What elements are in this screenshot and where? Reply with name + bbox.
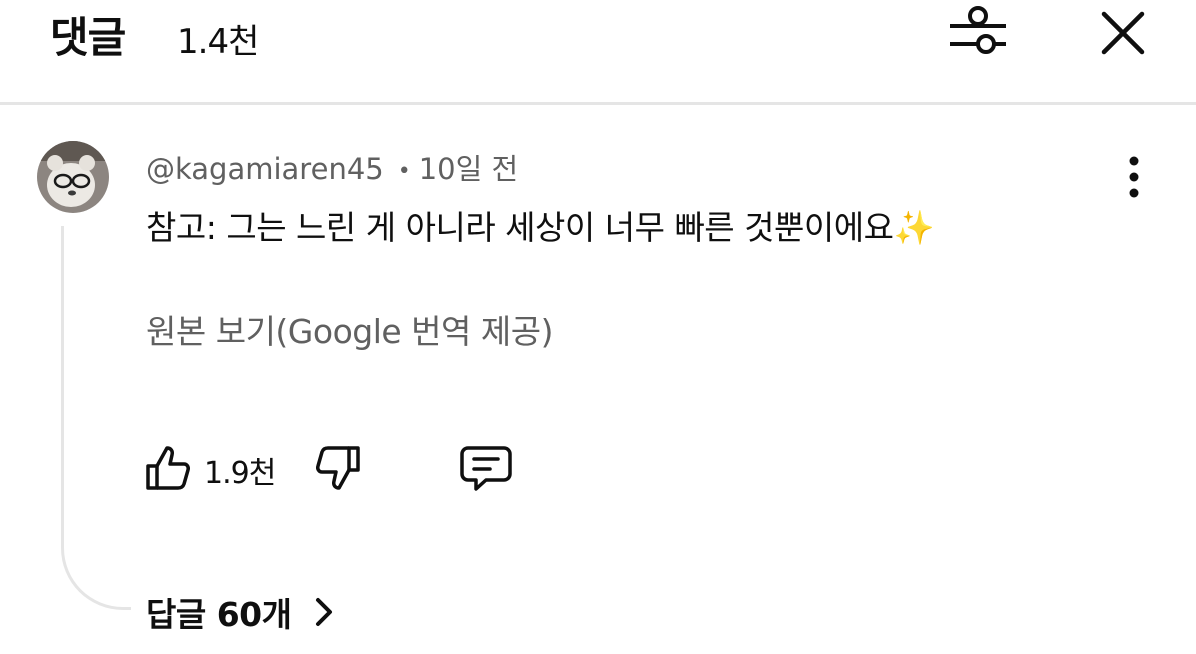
filter-button[interactable] [944, 4, 1016, 64]
header-divider [0, 102, 1196, 105]
replies-label: 답글 60개 [146, 595, 292, 634]
more-vertical-icon [1129, 156, 1139, 198]
dislike-button[interactable] [310, 440, 366, 496]
filter-sliders-icon [950, 6, 1006, 54]
page-title: 댓글 [50, 13, 126, 62]
like-count: 1.9천 [204, 456, 276, 491]
close-button[interactable] [1094, 4, 1154, 64]
thumbs-down-icon [316, 446, 360, 490]
comments-header: 댓글 1.4천 [0, 0, 1196, 102]
meta-separator: • [397, 158, 411, 184]
chevron-right-icon [315, 598, 332, 626]
see-original-link[interactable]: 원본 보기(Google 번역 제공) [146, 305, 553, 353]
more-options-button[interactable] [1116, 153, 1152, 201]
comment-text: 참고: 그는 느린 게 아니라 세상이 너무 빠른 것뿐이에요✨ [146, 201, 935, 249]
avatar-image [37, 141, 109, 213]
reply-button[interactable] [456, 440, 516, 496]
close-icon [1101, 11, 1145, 55]
comment-body: 참고: 그는 느린 게 아니라 세상이 너무 빠른 것뿐이에요 [146, 208, 894, 247]
thread-line [61, 226, 131, 610]
like-button[interactable] [140, 440, 196, 496]
comment-meta: @kagamiaren45 • 10일 전 [146, 146, 518, 188]
sparkles-emoji: ✨ [893, 208, 935, 247]
comment-reply-icon [460, 446, 512, 491]
comment-time: 10일 전 [418, 152, 519, 186]
view-replies-button[interactable]: 답글 60개 [146, 590, 336, 634]
thumbs-up-icon [146, 446, 190, 490]
comment-count: 1.4천 [177, 22, 259, 62]
avatar[interactable] [37, 141, 109, 213]
author-handle[interactable]: @kagamiaren45 [146, 152, 384, 186]
